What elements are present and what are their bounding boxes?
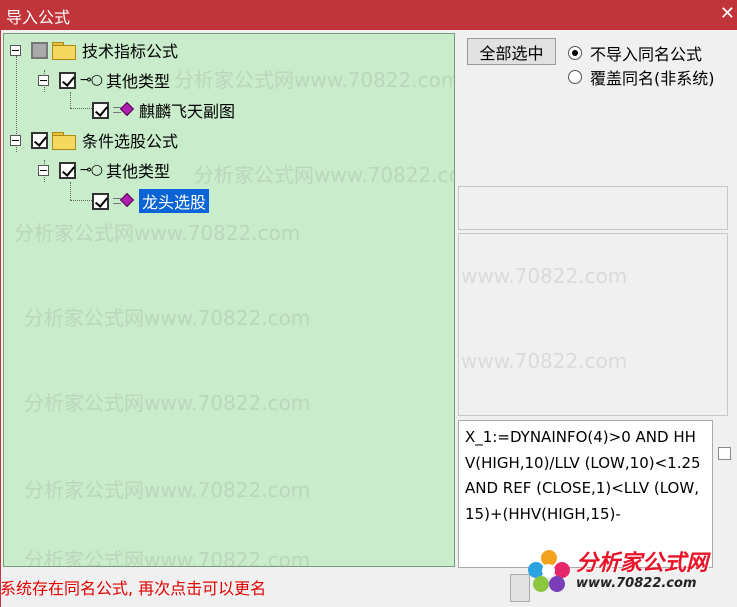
tree-node-leader-selection[interactable]: 龙头选股 [92,188,210,214]
logo-sub-text: www.70822.com [576,575,697,591]
formula-description-area[interactable]: www.70822.com www.70822.com [458,233,728,416]
tree-node-qilin-subchart[interactable]: 麒麟飞天副图 [92,97,235,123]
watermark: 分析家公式网www.70822.com [24,478,311,502]
collapse-icon[interactable] [10,44,21,56]
tree-checkbox[interactable] [92,101,109,119]
key-icon: ⊸○ [80,72,103,88]
tree-checkbox[interactable] [59,71,76,89]
radio-overwrite-dot[interactable] [568,70,582,84]
tree-node-stock-selection[interactable]: 条件选股公式 [10,127,178,153]
formula-tree[interactable]: 技术指标公式 ⊸○ 其他类型 麒麟飞天副图 条件选股公式 ⊸○ 其他类型 龙头选… [3,33,455,567]
collapse-icon[interactable] [38,164,49,176]
tree-node-label: 条件选股公式 [82,132,179,151]
tree-checkbox[interactable] [92,192,109,210]
select-all-button[interactable]: 全部选中 [467,38,556,65]
status-message: 系统存在同名公式, 再次点击可以更名 [0,579,267,598]
tree-node-label: 其他类型 [105,72,170,91]
folder-icon [52,132,76,150]
radio-no-import-dot[interactable] [568,46,582,60]
window-title: 导入公式 [6,8,71,27]
collapse-icon[interactable] [38,74,49,86]
watermark: 分析家公式网www.70822.com [14,221,301,245]
watermark: 分析家公式网www.70822.com [24,306,311,330]
watermark: 分析家公式网www.70822.com [174,68,455,92]
tree-node-label: 其他类型 [105,162,170,181]
folder-icon [52,42,76,60]
watermark: 分析家公式网www.70822.com [24,548,311,567]
formula-name-field[interactable] [458,186,728,230]
watermark: www.70822.com [461,264,628,288]
close-icon[interactable]: ✕ [720,3,735,24]
radio-overwrite[interactable]: 覆盖同名(非系统) [568,65,728,89]
radio-no-import-label: 不导入同名公式 [590,45,703,64]
logo-main-text: 分析家公式网 [576,550,709,576]
flower-logo-icon [528,550,570,592]
tree-node-label: 麒麟飞天副图 [139,102,236,121]
site-logo: 分析家公式网 www.70822.com [528,545,726,597]
collapse-icon[interactable] [10,134,21,146]
watermark: 分析家公式网www.70822.com [24,391,311,415]
tree-node-other-types-1[interactable]: ⊸○ 其他类型 [38,67,170,93]
key-icon: ⊸○ [80,162,103,178]
tree-checkbox[interactable] [31,131,48,149]
gem-icon [113,192,135,208]
radio-no-import[interactable]: 不导入同名公式 [568,41,702,65]
tree-node-label: 技术指标公式 [82,42,179,61]
tree-node-tech-indicators[interactable]: 技术指标公式 [10,37,178,63]
gem-icon [113,101,135,117]
rename-button[interactable] [510,574,530,602]
option-checkbox[interactable] [718,447,731,460]
tree-checkbox-partial[interactable] [31,41,48,59]
tree-checkbox[interactable] [59,161,76,179]
title-bar: 导入公式 ✕ [0,0,737,30]
watermark: 分析家公式网www.70822.com [194,163,455,187]
watermark: www.70822.com [461,349,628,373]
tree-node-label-selected: 龙头选股 [139,189,210,213]
radio-overwrite-label: 覆盖同名(非系统) [590,69,715,88]
tree-node-other-types-2[interactable]: ⊸○ 其他类型 [38,157,170,183]
